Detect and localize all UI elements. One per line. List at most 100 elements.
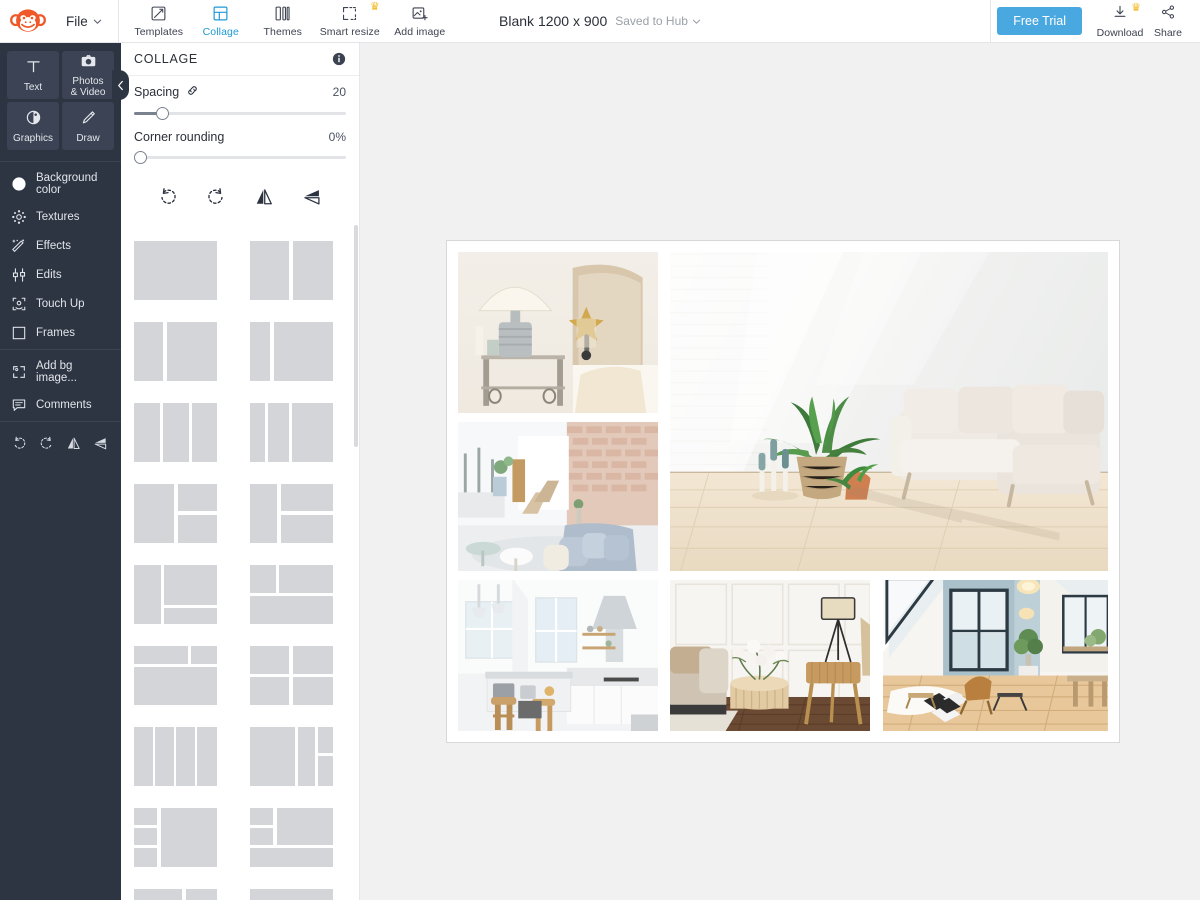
mirror-vertical-icon[interactable] — [301, 186, 323, 208]
tab-themes[interactable]: Themes — [253, 2, 313, 41]
collage-layout-thumbnail[interactable] — [132, 806, 219, 869]
corner-rounding-slider-handle[interactable] — [134, 151, 147, 164]
document-title-group: Blank 1200 x 900 Saved to Hub — [400, 13, 800, 29]
pro-crown-icon: ♛ — [1131, 1, 1141, 14]
chevron-left-icon — [118, 80, 123, 90]
spacing-label-group: Spacing — [134, 84, 199, 100]
collage-layout-thumbnail[interactable] — [248, 239, 335, 302]
sidebar-item-draw[interactable]: Draw — [62, 102, 114, 150]
sidebar-item-comments[interactable]: Comments — [0, 390, 121, 419]
collage-layout-thumbnail[interactable] — [132, 725, 219, 788]
download-icon — [1112, 4, 1128, 25]
corner-rounding-slider-track — [134, 156, 346, 159]
collage-layout-thumbnail[interactable] — [132, 482, 219, 545]
canvas-area[interactable] — [360, 43, 1200, 900]
corner-rounding-row: Corner rounding 0% — [134, 130, 346, 144]
collage-photo-6[interactable] — [883, 579, 1108, 731]
collage-layout-thumbnail[interactable] — [132, 644, 219, 707]
collage-panel: COLLAGE Spacing 20 Corner rounding 0% — [121, 43, 360, 900]
collage-layout-thumbnail[interactable] — [248, 725, 335, 788]
collage-layout-thumbnail[interactable] — [248, 644, 335, 707]
collage-photo-3[interactable] — [669, 252, 1108, 571]
collage-photo-5[interactable] — [669, 579, 871, 731]
flip-horizontal-icon[interactable] — [66, 436, 81, 451]
collage-layout-thumbnail[interactable] — [132, 401, 219, 464]
sidebar-item-edits-label: Edits — [36, 268, 62, 281]
sidebar-item-background-color[interactable]: Background color — [0, 166, 121, 202]
info-icon[interactable] — [332, 52, 346, 66]
collage-layout-thumbnail[interactable] — [248, 887, 335, 900]
collage-photo-2[interactable] — [458, 421, 659, 571]
sidebar-item-effects[interactable]: Effects — [0, 231, 121, 260]
link-icon[interactable] — [186, 84, 199, 100]
tab-smart-resize[interactable]: ♛ Smart resize — [315, 0, 385, 41]
draw-icon — [80, 109, 97, 131]
sidebar-item-photos-video[interactable]: Photos & Video — [62, 51, 114, 99]
tab-add-image[interactable]: Add image — [387, 2, 453, 41]
sidebar-item-touch-up[interactable]: Touch Up — [0, 289, 121, 318]
collage-layout-thumbnail[interactable] — [132, 239, 219, 302]
chevron-down-icon — [93, 19, 101, 24]
share-button[interactable]: Share — [1144, 4, 1192, 39]
sidebar-item-frames[interactable]: Frames — [0, 318, 121, 347]
corner-rounding-label: Corner rounding — [134, 130, 225, 144]
sidebar-item-comments-label: Comments — [36, 398, 92, 411]
collage-grid — [458, 252, 1108, 731]
textures-icon — [10, 208, 27, 225]
comments-icon — [10, 396, 27, 413]
collage-photo-4[interactable] — [458, 579, 659, 731]
pro-crown-icon: ♛ — [369, 0, 380, 13]
undo-icon[interactable] — [12, 436, 27, 451]
sidebar-item-text-label: Text — [23, 81, 43, 93]
sidebar-menu-secondary: Add bg image... Comments — [0, 354, 121, 419]
sidebar-divider-2 — [0, 349, 121, 350]
collage-layout-thumbnail[interactable] — [132, 320, 219, 383]
save-status[interactable]: Saved to Hub — [615, 14, 701, 28]
collage-layout-thumbnail[interactable] — [248, 482, 335, 545]
tab-collage[interactable]: Collage — [191, 2, 251, 41]
collage-photo-1[interactable] — [458, 252, 659, 413]
collage-layout-thumbnail[interactable] — [248, 806, 335, 869]
right-divider — [990, 0, 992, 43]
flip-vertical-icon[interactable] — [93, 436, 108, 451]
main-toolbar: Templates Collage Themes ♛ Smart resize … — [129, 0, 453, 41]
sidebar-item-textures[interactable]: Textures — [0, 202, 121, 231]
graphics-icon — [25, 109, 42, 131]
tab-templates[interactable]: Templates — [129, 2, 189, 41]
monkey-logo-icon — [10, 9, 46, 32]
add-image-icon — [411, 4, 428, 24]
free-trial-button[interactable]: Free Trial — [997, 7, 1082, 35]
download-label: Download — [1096, 26, 1144, 39]
collage-layout-thumbnail[interactable] — [132, 563, 219, 626]
tab-collage-label: Collage — [202, 25, 239, 38]
sidebar-item-edits[interactable]: Edits — [0, 260, 121, 289]
collage-layout-list — [121, 218, 359, 900]
sidebar-item-touch-up-label: Touch Up — [36, 297, 85, 310]
collage-layout-thumbnail[interactable] — [248, 320, 335, 383]
sidebar-item-graphics[interactable]: Graphics — [7, 102, 59, 150]
file-menu-button[interactable]: File — [56, 14, 112, 29]
add-bg-image-icon — [10, 364, 27, 381]
download-button[interactable]: ♛ Download — [1096, 1, 1144, 39]
top-bar-right: Free Trial ♛ Download Share — [984, 0, 1200, 43]
redo-icon[interactable] — [39, 436, 54, 451]
rotate-left-icon[interactable] — [157, 186, 179, 208]
artboard[interactable] — [446, 240, 1120, 743]
tab-smart-resize-label: Smart resize — [319, 25, 380, 38]
sidebar-item-text[interactable]: Text — [7, 51, 59, 99]
spacing-slider[interactable] — [134, 105, 346, 121]
collage-layout-thumbnail[interactable] — [132, 887, 219, 900]
sidebar-action-row — [0, 426, 133, 459]
collage-layout-thumbnail[interactable] — [248, 563, 335, 626]
collage-panel-scrollbar[interactable] — [354, 225, 358, 447]
corner-rounding-slider[interactable] — [134, 149, 346, 165]
sidebar-item-add-bg-image[interactable]: Add bg image... — [0, 354, 121, 390]
collapse-panel-button[interactable] — [112, 70, 129, 100]
tab-templates-label: Templates — [134, 25, 184, 38]
collage-layout-thumbnail[interactable] — [248, 401, 335, 464]
rotate-right-icon[interactable] — [205, 186, 227, 208]
top-bar: File Templates Collage Themes ♛ Smart re… — [0, 0, 1200, 43]
app-logo[interactable] — [0, 7, 56, 35]
mirror-horizontal-icon[interactable] — [253, 186, 275, 208]
spacing-slider-handle[interactable] — [155, 107, 169, 120]
